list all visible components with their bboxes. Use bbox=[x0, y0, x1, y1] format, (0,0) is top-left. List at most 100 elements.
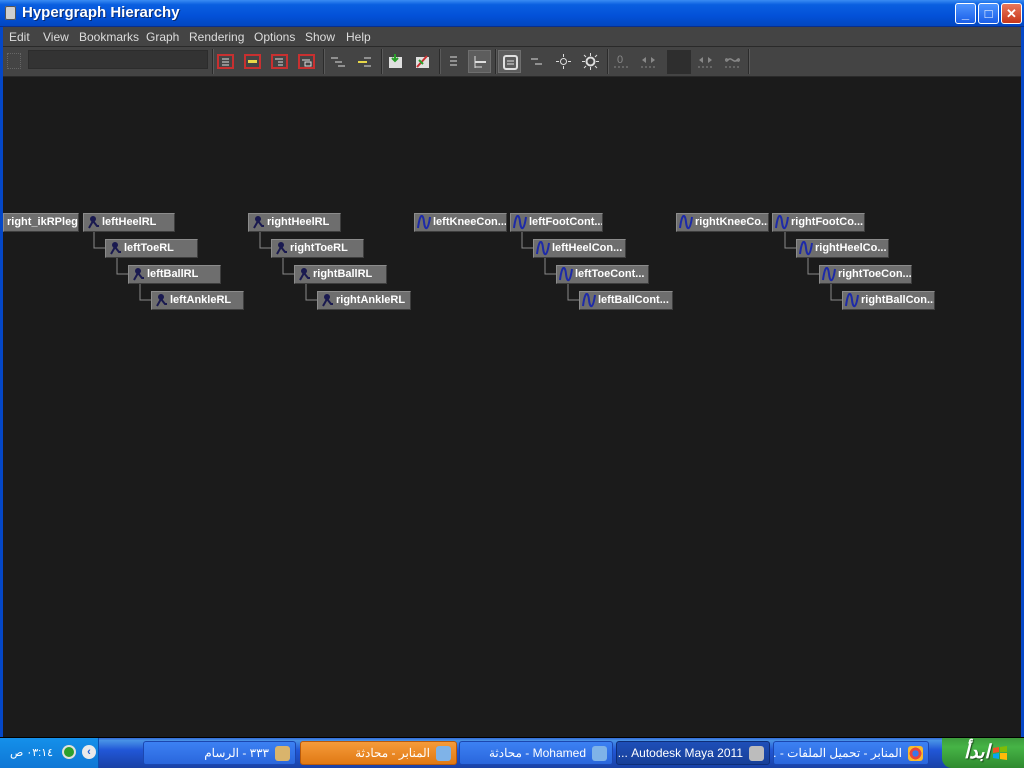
node-left-toe-rl[interactable]: leftToeRL bbox=[105, 239, 198, 258]
node-label: leftFootCont... bbox=[529, 216, 603, 228]
show-nodes-button[interactable] bbox=[552, 50, 575, 73]
previous-view-button[interactable] bbox=[694, 50, 717, 73]
joint-icon bbox=[110, 242, 121, 255]
menu-view[interactable]: View bbox=[43, 30, 69, 44]
add-bookmark-icon bbox=[389, 54, 402, 68]
paint-icon bbox=[275, 746, 290, 761]
expand-icon bbox=[358, 57, 371, 67]
previous-view-icon bbox=[698, 57, 713, 68]
frame-selection-button[interactable] bbox=[241, 50, 264, 73]
toolbar-separator bbox=[439, 49, 441, 74]
toolbar-grip-handle[interactable] bbox=[7, 53, 21, 69]
expand-button[interactable] bbox=[353, 50, 376, 73]
joint-icon bbox=[133, 268, 144, 281]
menu-rendering[interactable]: Rendering bbox=[189, 30, 244, 44]
node-label: rightHeelRL bbox=[267, 216, 330, 228]
close-button[interactable]: ✕ bbox=[1001, 3, 1022, 24]
node-label: right_ikRPleg bbox=[7, 216, 78, 228]
bookmark-name-field[interactable] bbox=[28, 50, 208, 69]
next-view-button[interactable] bbox=[721, 50, 744, 73]
maximize-button[interactable]: □ bbox=[978, 3, 999, 24]
node-right-heel-control[interactable]: rightHeelCo... bbox=[796, 239, 889, 258]
frame-hierarchy-button[interactable] bbox=[268, 50, 291, 73]
node-left-heel-rl[interactable]: leftHeelRL bbox=[83, 213, 175, 232]
network-status-icon[interactable] bbox=[62, 745, 76, 759]
taskbar-item-label: المنابر - محادثة bbox=[355, 746, 430, 760]
freeform-layout-button[interactable] bbox=[525, 50, 548, 73]
menu-bar: Edit View Bookmarks Graph Rendering Opti… bbox=[3, 27, 1021, 47]
node-label: rightToeCon... bbox=[838, 268, 912, 280]
node-left-ball-control[interactable]: leftBallCont... bbox=[579, 291, 673, 310]
joint-icon bbox=[88, 216, 99, 229]
nurbs-curve-icon bbox=[799, 241, 813, 256]
node-right-heel-rl[interactable]: rightHeelRL bbox=[248, 213, 341, 232]
start-button[interactable]: ابدأ bbox=[942, 738, 1024, 768]
nurbs-curve-icon bbox=[536, 241, 550, 256]
nurbs-curve-icon bbox=[417, 215, 431, 230]
show-all-nodes-button[interactable] bbox=[579, 50, 602, 73]
joint-icon bbox=[156, 294, 167, 307]
graph-view-button[interactable] bbox=[498, 50, 521, 73]
menu-options[interactable]: Options bbox=[254, 30, 295, 44]
left-right-button[interactable] bbox=[637, 50, 660, 73]
node-left-toe-control[interactable]: leftToeCont... bbox=[556, 265, 649, 284]
taskbar-item-chat-mohamed[interactable]: Mohamed - محادثة bbox=[459, 741, 613, 765]
frame-all-button[interactable] bbox=[214, 50, 237, 73]
taskbar-item-maya[interactable]: Autodesk Maya 2011 ... bbox=[616, 741, 770, 765]
taskbar-item-chrome-uploads[interactable]: المنابر - تحميل الملفات - ... bbox=[773, 741, 929, 765]
window-titlebar[interactable]: Hypergraph Hierarchy _ □ ✕ bbox=[0, 0, 1024, 27]
bookmark-editor-button[interactable] bbox=[411, 50, 434, 73]
windows-taskbar: ٠٣:١٤ ص ‹ ٣٣٣ - الرسام المنابر - محادثة … bbox=[0, 738, 1024, 768]
menu-edit[interactable]: Edit bbox=[9, 30, 30, 44]
node-right-knee-control[interactable]: rightKneeCo... bbox=[676, 213, 769, 232]
node-right-ankle-rl[interactable]: rightAnkleRL bbox=[317, 291, 411, 310]
toolbar-separator bbox=[748, 49, 750, 74]
menu-help[interactable]: Help bbox=[346, 30, 371, 44]
frame-all-icon bbox=[217, 54, 234, 69]
node-left-foot-control[interactable]: leftFootCont... bbox=[510, 213, 603, 232]
add-bookmark-button[interactable] bbox=[384, 50, 407, 73]
collapse-button[interactable] bbox=[326, 50, 349, 73]
maya-app-icon[interactable] bbox=[5, 6, 16, 20]
node-left-ball-rl[interactable]: leftBallRL bbox=[128, 265, 221, 284]
node-left-ankle-rl[interactable]: leftAnkleRL bbox=[151, 291, 244, 310]
node-right-ball-rl[interactable]: rightBallRL bbox=[294, 265, 387, 284]
node-label: rightAnkleRL bbox=[336, 294, 406, 306]
color-swatch[interactable] bbox=[667, 50, 691, 74]
node-label: rightBallRL bbox=[313, 268, 373, 280]
taskbar-item-chat-almanabr[interactable]: المنابر - محادثة bbox=[300, 741, 457, 765]
messenger-icon bbox=[592, 746, 607, 761]
node-label: rightHeelCo... bbox=[815, 242, 887, 254]
minimize-button[interactable]: _ bbox=[955, 3, 976, 24]
menu-graph[interactable]: Graph bbox=[146, 30, 179, 44]
node-right-toe-control[interactable]: rightToeCon... bbox=[819, 265, 912, 284]
infinity-icon bbox=[725, 58, 740, 68]
tray-expand-icon[interactable]: ‹ bbox=[82, 745, 96, 759]
input-output-connections-button[interactable] bbox=[468, 50, 491, 73]
taskbar-item-paint[interactable]: ٣٣٣ - الرسام bbox=[143, 741, 296, 765]
node-left-knee-control[interactable]: leftKneeCon... bbox=[414, 213, 507, 232]
menu-show[interactable]: Show bbox=[305, 30, 335, 44]
node-right-toe-rl[interactable]: rightToeRL bbox=[271, 239, 364, 258]
joint-icon bbox=[322, 294, 333, 307]
node-right-ball-control[interactable]: rightBallCon... bbox=[842, 291, 935, 310]
frame-selection-icon bbox=[244, 54, 261, 69]
nurbs-curve-icon bbox=[845, 293, 859, 308]
node-label: rightBallCon... bbox=[861, 294, 935, 306]
node-left-heel-control[interactable]: leftHeelCon... bbox=[533, 239, 626, 258]
graph-view-icon bbox=[503, 55, 518, 70]
taskbar-item-label: المنابر - تحميل الملفات - ... bbox=[773, 746, 902, 760]
hypergraph-canvas[interactable]: right_ikRPleg leftHeelRL rightHeelRL lef… bbox=[3, 77, 1021, 737]
scene-hierarchy-button[interactable] bbox=[442, 50, 465, 73]
menu-bookmarks[interactable]: Bookmarks bbox=[79, 30, 139, 44]
svg-text:0: 0 bbox=[617, 54, 623, 66]
frame-branch-button[interactable] bbox=[295, 50, 318, 73]
node-label: leftAnkleRL bbox=[170, 294, 232, 306]
taskbar-item-label: ٣٣٣ - الرسام bbox=[204, 746, 269, 760]
taskbar-clock[interactable]: ٠٣:١٤ ص bbox=[10, 746, 53, 759]
messenger-icon bbox=[436, 746, 451, 761]
node-right-ikrpleg[interactable]: right_ikRPleg bbox=[3, 213, 79, 232]
zero-button[interactable]: 0 bbox=[610, 50, 633, 73]
joint-icon bbox=[253, 216, 264, 229]
node-right-foot-control[interactable]: rightFootCo... bbox=[772, 213, 865, 232]
